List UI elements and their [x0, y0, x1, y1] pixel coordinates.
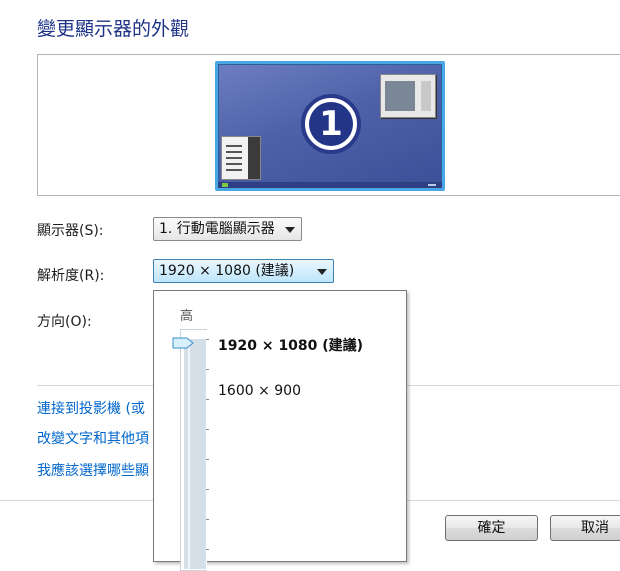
display-select[interactable]: 1. 行動電腦顯示器 — [153, 217, 302, 241]
resolution-dropdown: 高 1920 × 1080 (建議) 1600 × 900 — [153, 290, 407, 571]
preview-taskbar — [218, 182, 442, 188]
preview-window-icon — [380, 74, 436, 118]
resolution-select[interactable]: 1920 × 1080 (建議) — [153, 259, 334, 283]
resolution-label: 解析度(R): — [37, 268, 105, 284]
preview-gadget-icon — [221, 136, 261, 180]
slider-highlight — [188, 339, 190, 569]
page-title: 變更顯示器的外觀 — [37, 18, 190, 40]
monitor-number: 1 — [309, 102, 353, 146]
text-size-link[interactable]: 改變文字和其他項 — [37, 428, 149, 448]
monitor-preview-area: 1 — [37, 54, 620, 196]
resolution-high-label: 高 — [180, 309, 194, 324]
resolution-option-1920[interactable]: 1920 × 1080 (建議) — [218, 335, 363, 355]
which-settings-link[interactable]: 我應該選擇哪些顯 — [37, 460, 149, 480]
display-select-value: 1. 行動電腦顯示器 — [159, 221, 275, 237]
chevron-down-icon — [285, 227, 295, 233]
cancel-button[interactable]: 取消 — [550, 515, 620, 541]
display-label: 顯示器(S): — [37, 223, 104, 239]
resolution-option-1600[interactable]: 1600 × 900 — [218, 383, 301, 399]
orientation-label: 方向(O): — [37, 314, 92, 330]
chevron-down-icon — [317, 269, 327, 275]
connect-projector-link[interactable]: 連接到投影機 (或 — [37, 398, 145, 418]
slider-thumb-icon[interactable] — [172, 337, 194, 349]
monitor-number-badge: 1 — [301, 94, 361, 154]
monitor-1-preview[interactable]: 1 — [215, 61, 445, 191]
slider-ticks — [206, 339, 209, 569]
resolution-select-value: 1920 × 1080 (建議) — [159, 263, 295, 279]
ok-button[interactable]: 確定 — [445, 515, 538, 541]
